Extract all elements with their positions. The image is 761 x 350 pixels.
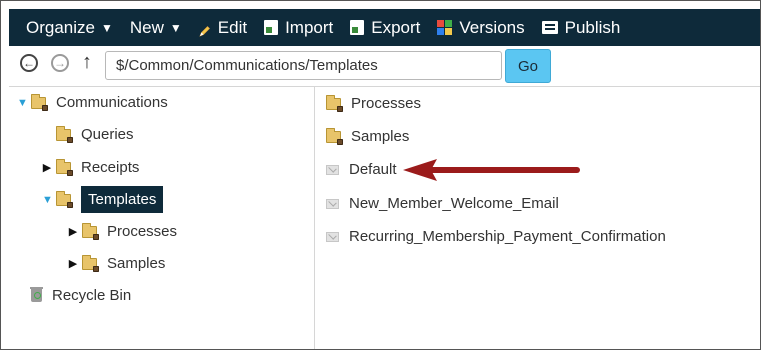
edit-label: Edit [217,17,248,37]
list-item[interactable]: Processes [326,94,422,112]
tree-node-samples[interactable]: ▶ Samples [68,254,166,272]
tree-node-label: Samples [107,255,166,272]
tree-node-receipts[interactable]: ▶ Receipts [42,158,140,176]
versions-button[interactable]: Versions [437,17,525,38]
folder-tree: ▼ Communications Queries ▶ Receipts ▼ Te… [9,87,315,349]
pencil-icon [199,22,211,37]
publish-label: Publish [564,17,621,37]
collapsed-triangle-icon[interactable]: ▶ [68,257,78,270]
tree-node-queries[interactable]: Queries [42,125,134,143]
recycle-bin-icon [30,287,43,302]
collapsed-triangle-icon[interactable]: ▶ [42,161,52,174]
locked-folder-icon [56,158,73,176]
tree-node-label: Queries [81,126,134,143]
new-menu-button[interactable]: New ▼ [130,18,182,38]
list-item-label: New_Member_Welcome_Email [349,195,559,212]
expanded-triangle-icon[interactable]: ▼ [17,97,28,109]
tree-node-templates[interactable]: ▼ Templates [42,186,164,213]
tree-node-communications[interactable]: ▼ Communications [17,93,168,111]
list-item[interactable]: Default [326,161,397,178]
list-item[interactable]: New_Member_Welcome_Email [326,195,559,212]
import-label: Import [285,17,334,37]
edit-button[interactable]: Edit [199,18,247,38]
locked-folder-icon [31,93,48,111]
address-bar: ← → ↑ Go [9,46,760,87]
tree-node-label: Communications [56,94,168,111]
versions-label: Versions [459,17,525,37]
list-item-label: Processes [351,95,422,112]
versions-icon [437,20,453,35]
organize-caret-icon: ▼ [100,20,113,35]
tree-node-processes[interactable]: ▶ Processes [68,222,178,240]
tree-node-label: Processes [107,223,178,240]
organize-menu-button[interactable]: Organize ▼ [26,18,113,38]
import-button[interactable]: Import [264,18,333,38]
forward-arrow-icon[interactable]: → [51,54,69,72]
email-template-icon [326,231,339,242]
locked-folder-icon [56,190,73,208]
expanded-triangle-icon[interactable]: ▼ [42,194,53,206]
import-icon [264,20,279,35]
annotation-arrow-icon [403,159,580,181]
locked-folder-icon [82,222,99,240]
list-item-label: Default [349,161,397,178]
email-template-icon [326,164,339,175]
tree-node-label: Recycle Bin [52,287,132,304]
up-arrow-icon[interactable]: ↑ [82,51,92,74]
locked-folder-icon [56,125,73,143]
export-label: Export [371,17,421,37]
export-button[interactable]: Export [350,18,420,38]
locked-folder-icon [326,127,343,145]
back-arrow-icon[interactable]: ← [20,54,38,72]
list-item[interactable]: Samples [326,127,410,145]
path-input[interactable] [105,51,502,80]
new-caret-icon: ▼ [169,20,182,35]
locked-folder-icon [326,94,343,112]
go-button[interactable]: Go [505,49,551,83]
main-toolbar: Organize ▼ New ▼ Edit Import Export Vers… [9,9,760,46]
collapsed-triangle-icon[interactable]: ▶ [68,225,78,238]
list-item-label: Recurring_Membership_Payment_Confirmatio… [349,228,666,245]
publish-button[interactable]: Publish [541,17,621,38]
content-list: Processes Samples Default New_Member_Wel… [315,87,760,349]
export-icon [350,20,365,35]
tree-node-label-selected: Templates [81,186,164,213]
tree-node-label: Receipts [81,159,140,176]
organize-label: Organize [26,17,95,37]
new-label: New [129,17,164,37]
locked-folder-icon [82,254,99,272]
publish-icon [541,21,558,34]
email-template-icon [326,198,339,209]
tree-node-recycle-bin[interactable]: Recycle Bin [17,287,131,304]
list-item-label: Samples [351,128,410,145]
list-item[interactable]: Recurring_Membership_Payment_Confirmatio… [326,228,666,245]
window-frame: Organize ▼ New ▼ Edit Import Export Vers… [0,0,761,350]
